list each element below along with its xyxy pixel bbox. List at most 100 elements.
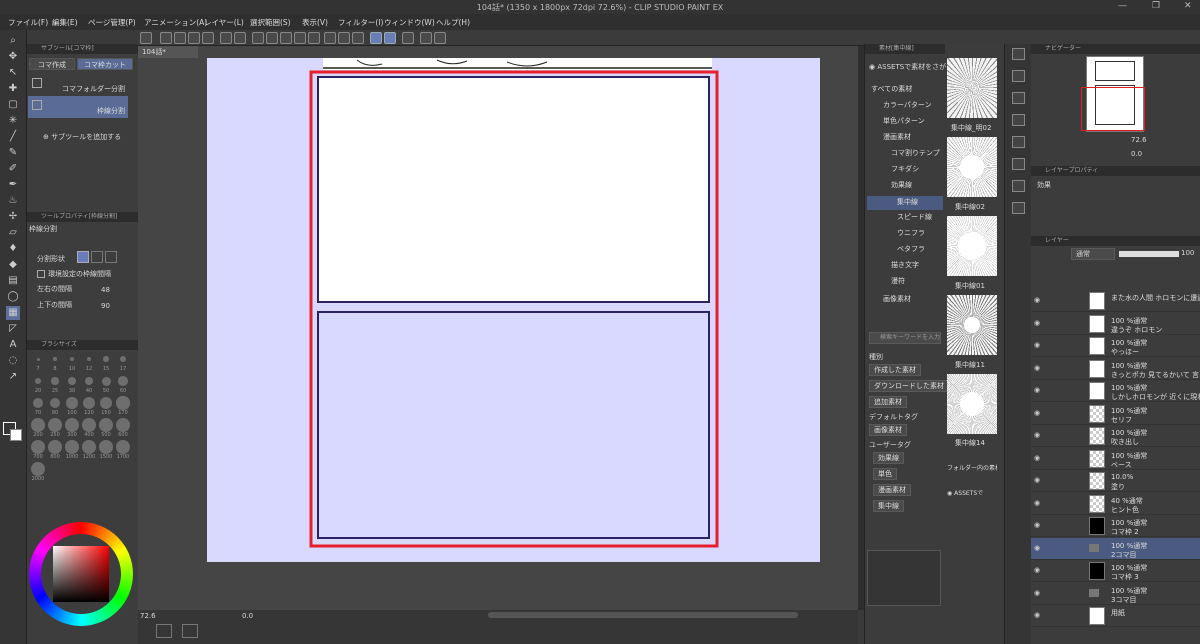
eye-icon[interactable]: ◉ [1034,611,1040,619]
invert-selection-icon[interactable] [338,32,350,44]
layer-row[interactable]: ◉ また水の人間 ホロモンに遭遇ここ [1031,290,1200,312]
tree-frame-template[interactable]: コマ割りテンプ [891,148,940,158]
undo-icon[interactable] [220,32,232,44]
opacity-value[interactable]: 100 [1181,249,1194,257]
export-icon[interactable] [202,32,214,44]
brush-size-dot[interactable] [65,440,79,454]
ruler-icon[interactable]: ◸ [6,322,20,336]
frame-border-icon[interactable]: ▦ [6,306,20,320]
menu-layer[interactable]: レイヤー(L) [204,17,244,28]
loading-icon[interactable] [252,32,264,44]
tree-speed-lines[interactable]: スピード線 [897,212,932,222]
brush-size-dot[interactable] [49,397,61,409]
eye-icon[interactable]: ◉ [1034,341,1040,349]
split-curve-button[interactable] [105,251,117,263]
layer-row[interactable]: ◉ 40 %通常 ヒント色 [1031,493,1200,515]
brush-size-dot[interactable] [48,440,62,454]
brush-size-dot[interactable] [120,356,126,362]
brush-size-dot[interactable] [36,357,40,361]
maximize-button[interactable]: ❐ [1152,1,1160,11]
eyedropper-icon[interactable]: ╱ [6,130,20,144]
brush-size-dot[interactable] [34,377,42,385]
tree-uni-flash[interactable]: ウニフラ [897,228,925,238]
transform-icon[interactable] [308,32,320,44]
tag-manga[interactable]: 漫画素材 [873,484,911,496]
device-icon[interactable] [420,32,432,44]
add-subtool-button[interactable]: ⊕ サブツールを追加する [43,132,121,142]
tag-effect-lines[interactable]: 効果線 [873,452,904,464]
clear-outside-icon[interactable] [280,32,292,44]
menu-page[interactable]: ページ管理(P) [88,17,136,28]
brush-size-dot[interactable] [31,418,45,432]
thumb-focus02[interactable] [947,137,997,197]
tag-created[interactable]: 作成した素材 [869,364,921,376]
eye-icon[interactable]: ◉ [1034,544,1040,552]
tree-balloon[interactable]: フキダシ [891,164,919,174]
layer-row[interactable]: ◉ 10.0% 塗り [1031,470,1200,492]
operation-icon[interactable]: ↖ [6,66,20,80]
menu-file[interactable]: ファイル(F) [8,17,48,28]
menu-filter[interactable]: フィルター(I) [338,17,383,28]
snap-grid-icon[interactable] [402,32,414,44]
eye-icon[interactable]: ◉ [1034,566,1040,574]
eye-icon[interactable]: ◉ [1034,521,1040,529]
redo-icon[interactable] [234,32,246,44]
eye-icon[interactable]: ◉ [1034,409,1040,417]
tag-downloaded[interactable]: ダウンロードした素材 [869,380,949,392]
eye-icon[interactable]: ◉ [1034,319,1040,327]
split-polyline-button[interactable] [91,251,103,263]
brush-size-dot[interactable] [82,440,96,454]
panel-bottom-frame[interactable] [317,311,710,539]
shape-icon[interactable]: ◯ [6,290,20,304]
decoration-icon[interactable]: ✢ [6,210,20,224]
navigator-fit-icon[interactable] [182,624,198,638]
menu-animation[interactable]: アニメーション(A) [144,17,207,28]
sub-color-swatch[interactable] [10,429,22,441]
lr-gap-value[interactable]: 48 [101,286,110,294]
tree-manga-material[interactable]: 漫画素材 [883,132,911,142]
tag-image-material[interactable]: 画像素材 [869,424,907,436]
animation-dock-icon[interactable] [1012,180,1025,192]
navigator-angle[interactable]: 0.0 [1131,150,1142,158]
auto-action-dock-icon[interactable] [1012,202,1025,214]
selection-icon[interactable]: ▢ [6,98,20,112]
blend-mode-select[interactable]: 通常 [1071,248,1115,260]
panel-top-frame[interactable] [317,76,710,303]
save-icon[interactable] [188,32,200,44]
tree-beta-flash[interactable]: ベタフラ [897,244,925,254]
brush-size-dot[interactable] [53,357,57,361]
layer-row[interactable]: ◉100 %通常きっとポカ 見てるかいて 言ったか [1031,358,1200,380]
brush-size-dot[interactable] [68,377,76,385]
history-dock-icon[interactable] [1012,136,1025,148]
menu-help[interactable]: ヘルプ(H) [436,17,470,28]
eye-icon[interactable]: ◉ [1034,499,1040,507]
tree-all-materials[interactable]: すべての素材 [871,84,912,94]
pencil-icon[interactable]: ✐ [6,162,20,176]
thumb-focus-bright02[interactable] [947,58,997,118]
new-file-icon[interactable] [160,32,172,44]
menu-window[interactable]: ウィンドウ(W) [384,17,435,28]
blend-icon[interactable]: ♦ [6,242,20,256]
brush-size-dot[interactable] [31,440,45,454]
brush-size-dot[interactable] [82,418,96,432]
assets-search-button[interactable]: ◉ ASSETSで素材をさがす [869,62,953,72]
brush-size-dot[interactable] [118,376,128,386]
search-dock-icon[interactable] [1012,48,1025,60]
navigator-preview[interactable] [1081,56,1145,132]
balloon-icon[interactable]: ◌ [6,354,20,368]
info-dock-icon[interactable] [1012,114,1025,126]
move-icon[interactable]: ✥ [6,50,20,64]
layer-row[interactable]: ◉ 100 %通常 やっほー [1031,335,1200,357]
brush-size-dot[interactable] [31,462,45,476]
brush-size-dot[interactable] [86,356,92,362]
subtool-border-split[interactable]: 枠線分割 [28,96,128,118]
brush-size-dot[interactable] [116,440,130,454]
fill-icon[interactable] [294,32,306,44]
canvas-paper[interactable] [207,58,820,562]
brush-size-dot[interactable] [32,397,44,409]
pen-pressure-icon[interactable] [434,32,446,44]
gradient-icon[interactable]: ▤ [6,274,20,288]
open-file-icon[interactable] [174,32,186,44]
brush-size-dot[interactable] [48,418,62,432]
eye-icon[interactable]: ◉ [1034,364,1040,372]
